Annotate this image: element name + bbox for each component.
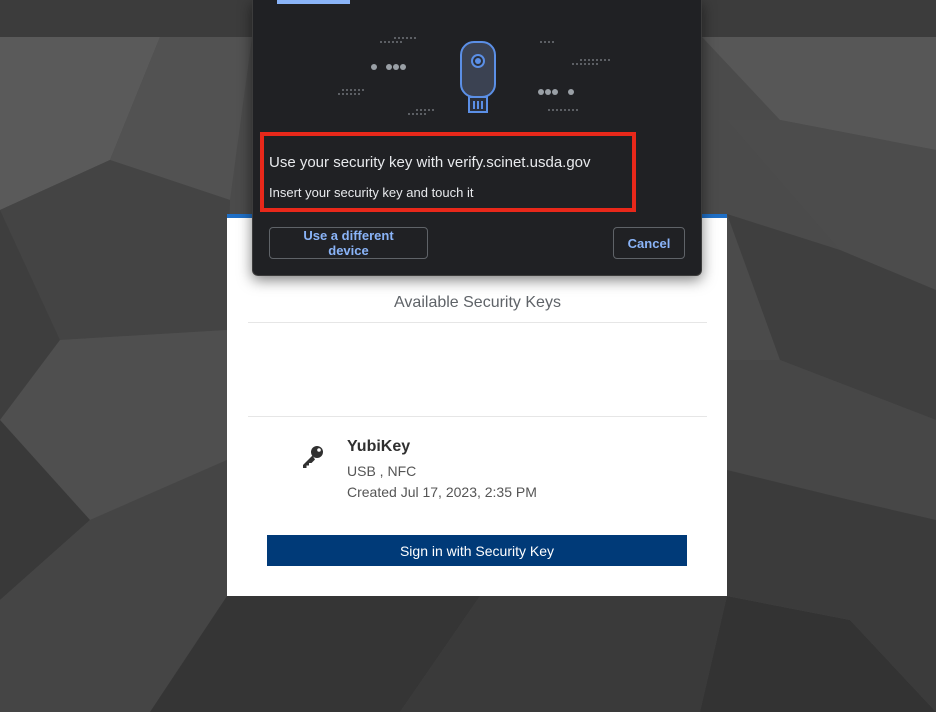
key-icon (303, 446, 323, 468)
security-key-illustration (338, 37, 610, 115)
key-name: YubiKey (347, 438, 411, 455)
key-created-date: Created Jul 17, 2023, 2:35 PM (347, 484, 537, 500)
section-title: Available Security Keys (248, 292, 707, 323)
progress-indicator (277, 0, 350, 4)
security-key-dialog: Use your security key with verify.scinet… (252, 0, 702, 276)
sign-in-with-security-key-button[interactable]: Sign in with Security Key (267, 535, 687, 566)
highlight-box (260, 132, 636, 212)
cancel-button[interactable]: Cancel (613, 227, 685, 259)
use-different-device-button[interactable]: Use a different device (269, 227, 428, 259)
divider (248, 416, 707, 417)
key-transports: USB , NFC (347, 463, 417, 479)
